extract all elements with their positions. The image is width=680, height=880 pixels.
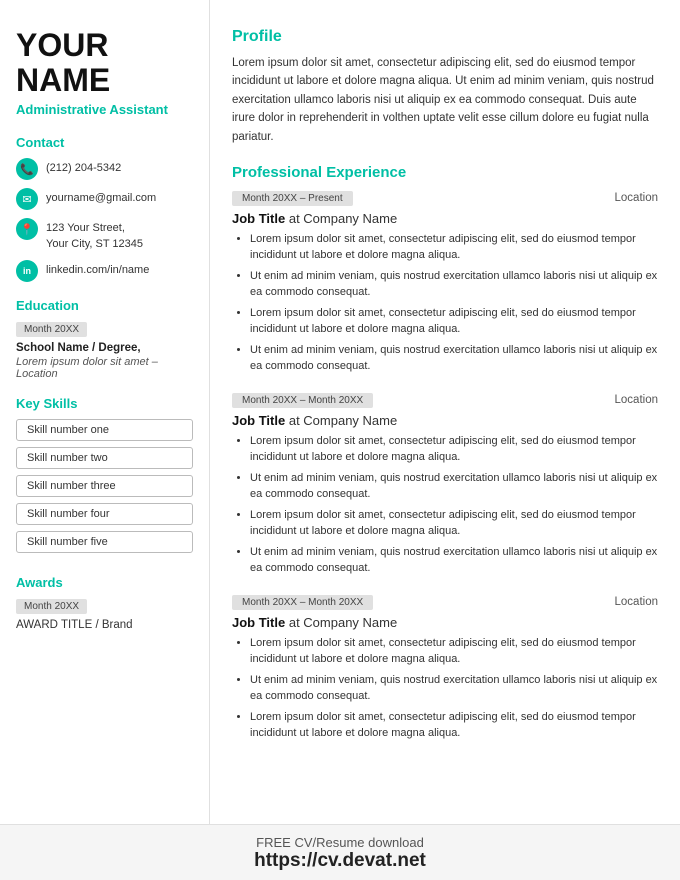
job-bullet: Lorem ipsum dolor sit amet, consectetur … [250, 507, 658, 540]
job-bullets: Lorem ipsum dolor sit amet, consectetur … [232, 635, 658, 742]
linkedin-contact: in linkedin.com/in/name [16, 260, 193, 282]
job-bullet: Ut enim ad minim veniam, quis nostrud ex… [250, 672, 658, 705]
job-bullet: Ut enim ad minim veniam, quis nostrud ex… [250, 268, 658, 301]
job-block: Month 20XX – Month 20XX Location Job Title… [232, 393, 658, 577]
name-block: YOUR NAME Administrative Assistant [16, 28, 193, 117]
main-content: YOUR NAME Administrative Assistant Conta… [0, 0, 680, 824]
award-block: Month 20XX AWARD TITLE / Brand [16, 598, 193, 631]
job-date: Month 20XX – Month 20XX [232, 595, 373, 610]
linkedin-text: linkedin.com/in/name [46, 260, 149, 278]
contact-label: Contact [16, 135, 193, 150]
job-title-line: Job Title at Company Name [232, 615, 658, 630]
job-bullet: Ut enim ad minim veniam, quis nostrud ex… [250, 342, 658, 375]
education-label: Education [16, 298, 193, 313]
job-date: Month 20XX – Present [232, 191, 353, 206]
job-date: Month 20XX – Month 20XX [232, 393, 373, 408]
job-bullet: Lorem ipsum dolor sit amet, consectetur … [250, 305, 658, 338]
job-bullet: Ut enim ad minim veniam, quis nostrud ex… [250, 470, 658, 503]
experience-title: Professional Experience [232, 164, 658, 181]
job-bullets: Lorem ipsum dolor sit amet, consectetur … [232, 231, 658, 375]
skill-item: Skill number four [16, 503, 193, 525]
job-bullets: Lorem ipsum dolor sit amet, consectetur … [232, 433, 658, 577]
address-line2: Your City, ST 12345 [46, 238, 143, 250]
job-header: Month 20XX – Month 20XX Location [232, 595, 658, 610]
email-contact: ✉ yourname@gmail.com [16, 188, 193, 210]
skills-label: Key Skills [16, 396, 193, 411]
right-panel: Profile Lorem ipsum dolor sit amet, cons… [210, 0, 680, 824]
edu-desc: Lorem ipsum dolor sit amet – Location [16, 356, 193, 380]
profile-text: Lorem ipsum dolor sit amet, consectetur … [232, 54, 658, 146]
edu-school: School Name / Degree, [16, 342, 193, 354]
skill-item: Skill number three [16, 475, 193, 497]
skill-item: Skill number two [16, 447, 193, 469]
address-line1: 123 Your Street, [46, 222, 125, 234]
address-text: 123 Your Street, Your City, ST 12345 [46, 218, 143, 252]
phone-text: (212) 204-5342 [46, 158, 121, 176]
skill-item: Skill number one [16, 419, 193, 441]
sidebar: YOUR NAME Administrative Assistant Conta… [0, 0, 210, 824]
full-name: YOUR NAME [16, 28, 193, 98]
location-icon: 📍 [16, 218, 38, 240]
job-bullet: Lorem ipsum dolor sit amet, consectetur … [250, 635, 658, 668]
skills-list: Skill number one Skill number two Skill nu… [16, 419, 193, 559]
resume-page: YOUR NAME Administrative Assistant Conta… [0, 0, 680, 880]
award-title: AWARD TITLE / Brand [16, 619, 193, 631]
last-name: NAME [16, 62, 110, 98]
job-bullet: Lorem ipsum dolor sit amet, consectetur … [250, 709, 658, 742]
job-block: Month 20XX – Present Location Job Title at… [232, 191, 658, 375]
skill-item: Skill number five [16, 531, 193, 553]
email-text: yourname@gmail.com [46, 188, 156, 206]
job-location: Location [615, 596, 658, 608]
footer-watermark: FREE CV/Resume download https://cv.devat… [0, 824, 680, 880]
email-icon: ✉ [16, 188, 38, 210]
sidebar-job-title: Administrative Assistant [16, 102, 193, 117]
profile-title: Profile [232, 28, 658, 46]
footer-line1: FREE CV/Resume download [256, 835, 424, 850]
linkedin-icon: in [16, 260, 38, 282]
job-title-line: Job Title at Company Name [232, 413, 658, 428]
first-name: YOUR [16, 27, 108, 63]
job-bullet: Lorem ipsum dolor sit amet, consectetur … [250, 433, 658, 466]
job-location: Location [615, 192, 658, 204]
job-title-line: Job Title at Company Name [232, 211, 658, 226]
phone-contact: 📞 (212) 204-5342 [16, 158, 193, 180]
edu-date: Month 20XX [16, 322, 87, 337]
phone-icon: 📞 [16, 158, 38, 180]
education-block: Month 20XX School Name / Degree, Lorem i… [16, 321, 193, 380]
footer-line2: https://cv.devat.net [0, 850, 680, 872]
job-location: Location [615, 394, 658, 406]
job-block: Month 20XX – Month 20XX Location Job Title… [232, 595, 658, 742]
jobs-container: Month 20XX – Present Location Job Title at… [232, 191, 658, 742]
job-header: Month 20XX – Present Location [232, 191, 658, 206]
job-bullet: Lorem ipsum dolor sit amet, consectetur … [250, 231, 658, 264]
award-date: Month 20XX [16, 599, 87, 614]
awards-label: Awards [16, 575, 193, 590]
address-contact: 📍 123 Your Street, Your City, ST 12345 [16, 218, 193, 252]
job-header: Month 20XX – Month 20XX Location [232, 393, 658, 408]
job-bullet: Ut enim ad minim veniam, quis nostrud ex… [250, 544, 658, 577]
